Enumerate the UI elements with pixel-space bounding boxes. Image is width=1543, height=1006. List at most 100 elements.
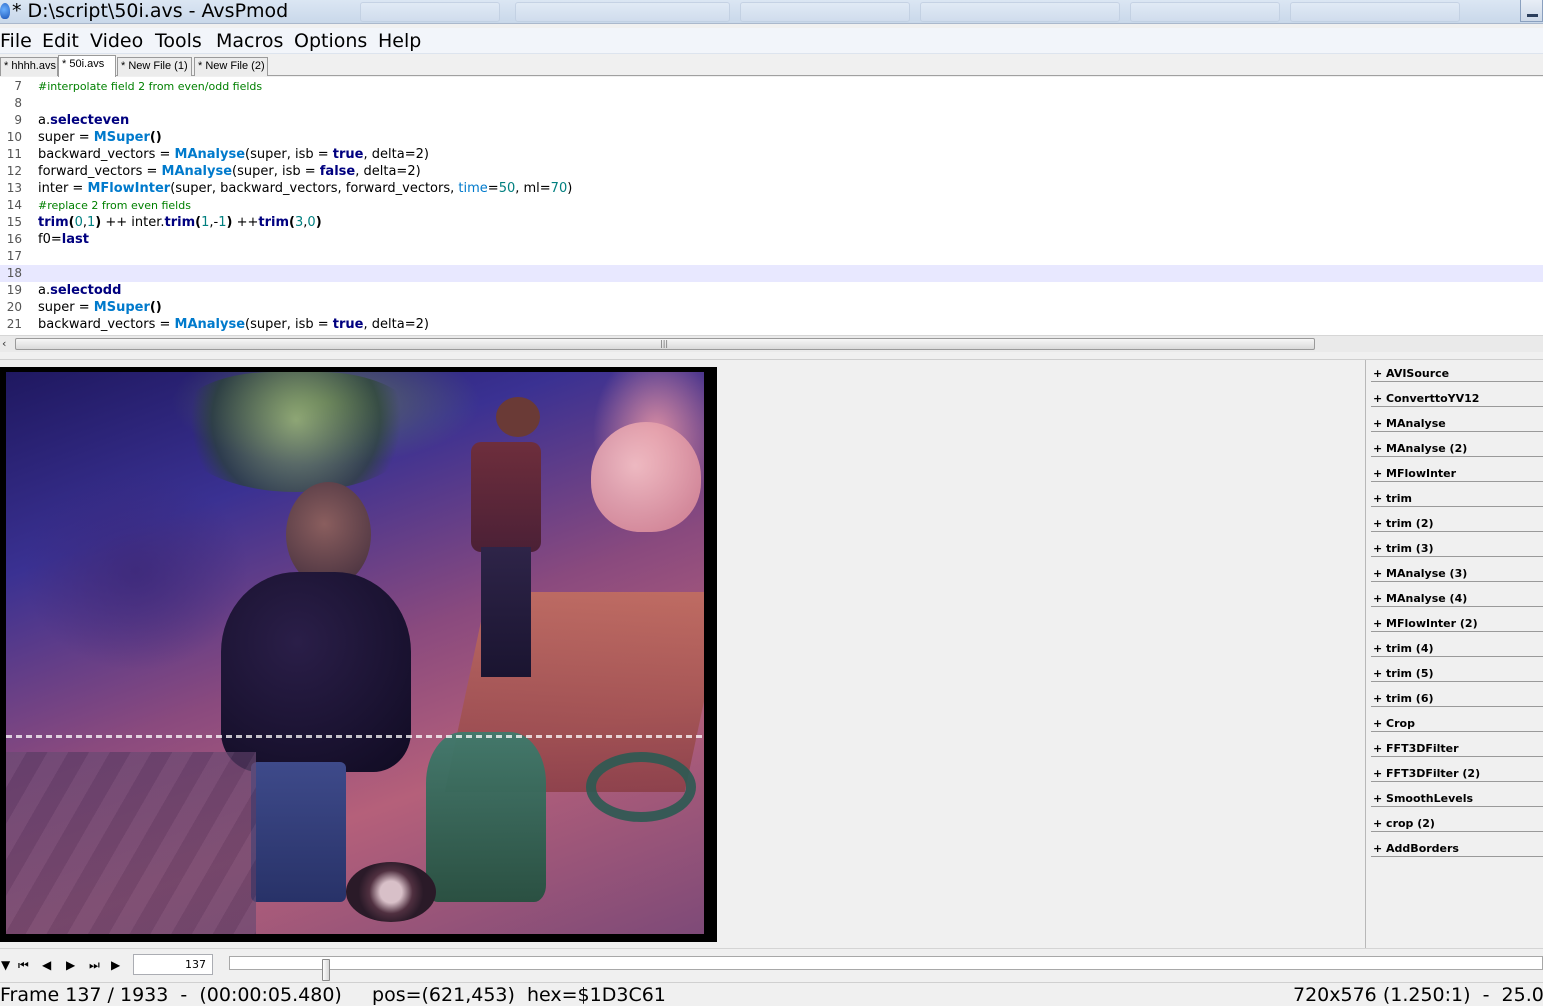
code-token-kw: trim (258, 215, 290, 230)
filter-item[interactable]: + crop (2) (1371, 810, 1543, 832)
code-text: inter = MFlowInter(super, backward_vecto… (38, 180, 572, 197)
filter-item[interactable]: + AVISource (1371, 360, 1543, 382)
code-line[interactable]: 20 super = MSuper() (0, 299, 1543, 316)
tab-new-file-1[interactable]: * New File (1) (117, 57, 192, 76)
line-number: 9 (14, 113, 22, 127)
background-taskbar-ghost (920, 2, 1120, 22)
filter-item[interactable]: + AddBorders (1371, 835, 1543, 857)
code-line[interactable]: 21 backward_vectors = MAnalyse(super, isb… (0, 316, 1543, 333)
code-line[interactable]: 18 (0, 265, 1543, 282)
filter-item-label: + trim (5) (1373, 667, 1434, 680)
minimize-button[interactable] (1520, 0, 1543, 22)
filter-item[interactable]: + MFlowInter (2) (1371, 610, 1543, 632)
code-line[interactable]: 11 backward_vectors = MAnalyse(super, isb… (0, 146, 1543, 163)
tab-bar: * hhhh.avs * 50i.avs * New File (1) * Ne… (0, 55, 1543, 77)
tab-50i[interactable]: * 50i.avs (58, 55, 116, 77)
next-frame-icon[interactable]: ▶ (66, 958, 75, 972)
code-line[interactable]: 15 trim(0,1) ++ inter.trim(1,-1) ++trim(3… (0, 214, 1543, 231)
filter-item[interactable]: + ConverttoYV12 (1371, 385, 1543, 407)
code-line[interactable]: 17 (0, 248, 1543, 265)
filter-item-label: + crop (2) (1373, 817, 1435, 830)
filter-item-label: + FFT3DFilter (2) (1373, 767, 1481, 780)
code-line[interactable]: 8 (0, 95, 1543, 112)
code-text: #replace 2 from even fields (38, 197, 191, 214)
code-token-plain: = (487, 181, 499, 196)
first-frame-icon[interactable]: ⏮ (18, 958, 29, 972)
code-token-fn: MFlowInter (87, 181, 171, 196)
video-slider-thumb[interactable] (322, 959, 330, 981)
code-token-plain: , delta=2) (363, 317, 429, 332)
code-line[interactable]: 10 super = MSuper() (0, 129, 1543, 146)
menu-tools[interactable]: Tools (155, 28, 202, 54)
background-taskbar-ghost (740, 2, 910, 22)
menu-options[interactable]: Options (294, 28, 367, 54)
line-number: 11 (6, 147, 22, 161)
code-token-num: 70 (550, 181, 568, 196)
code-text: super = MSuper() (38, 299, 162, 316)
script-editor[interactable]: 7 #interpolate field 2 from even/odd fiel… (0, 77, 1543, 335)
menu-file[interactable]: File (0, 28, 32, 54)
code-token-kw: selectodd (50, 283, 122, 298)
code-text: f0=last (38, 231, 89, 248)
code-line[interactable]: 9 a.selecteven (0, 112, 1543, 129)
filter-item-label: + MFlowInter (1373, 467, 1457, 480)
code-token-fn: MAnalyse (174, 147, 246, 162)
play-icon[interactable]: ▶ (111, 958, 120, 972)
menu-macros[interactable]: Macros (216, 28, 283, 54)
filter-item[interactable]: + MAnalyse (4) (1371, 585, 1543, 607)
filter-item-label: + trim (2) (1373, 517, 1434, 530)
filter-item[interactable]: + trim (1371, 485, 1543, 507)
last-frame-icon[interactable]: ⏭ (89, 958, 100, 972)
scroll-left-icon[interactable]: ‹ (2, 336, 6, 352)
app-icon[interactable] (0, 3, 10, 19)
code-line[interactable]: 12 forward_vectors = MAnalyse(super, isb … (0, 163, 1543, 180)
editor-horizontal-scrollbar[interactable]: ‹ ||| (0, 335, 1543, 352)
filter-item[interactable]: + trim (6) (1371, 685, 1543, 707)
filter-item[interactable]: + MAnalyse (1371, 410, 1543, 432)
code-line[interactable]: 7 #interpolate field 2 from even/odd fiel… (0, 78, 1543, 95)
filter-item-label: + MFlowInter (2) (1373, 617, 1478, 630)
menu-video[interactable]: Video (90, 28, 143, 54)
filter-item-label: + MAnalyse (4) (1373, 592, 1468, 605)
code-line[interactable]: 14 #replace 2 from even fields (0, 197, 1543, 214)
code-token-paren: () (149, 300, 162, 315)
filter-item[interactable]: + trim (4) (1371, 635, 1543, 657)
avspmod-window: { "window": { "title": "* D:\\script\\50… (0, 0, 1543, 1006)
filter-item[interactable]: + trim (5) (1371, 660, 1543, 682)
line-number: 8 (14, 96, 22, 110)
line-number: 14 (6, 198, 22, 212)
code-line[interactable]: 16 f0=last (0, 231, 1543, 248)
filter-item-label: + trim (4) (1373, 642, 1434, 655)
menu-help[interactable]: Help (378, 28, 421, 54)
prev-frame-icon[interactable]: ◀ (42, 958, 51, 972)
code-text: super = MSuper() (38, 129, 162, 146)
video-frame[interactable] (0, 367, 717, 942)
triangle-down-icon[interactable]: ▼ (1, 958, 10, 972)
code-token-kw: selecteven (50, 113, 130, 128)
code-token-paren: () (149, 130, 162, 145)
code-token-fn: MAnalyse (174, 317, 246, 332)
scrollbar-thumb[interactable]: ||| (15, 338, 1315, 350)
tab-new-file-2[interactable]: * New File (2) (194, 57, 268, 76)
tab-hhhh[interactable]: * hhhh.avs (0, 57, 58, 76)
code-token-plain: (super, backward_vectors, forward_vector… (170, 181, 459, 196)
filter-item[interactable]: + Crop (1371, 710, 1543, 732)
video-slider-track[interactable] (229, 956, 1543, 981)
code-line[interactable]: 13 inter = MFlowInter(super, backward_vec… (0, 180, 1543, 197)
code-token-plain: , delta=2) (363, 147, 429, 162)
filter-item[interactable]: + SmoothLevels (1371, 785, 1543, 807)
filter-item[interactable]: + MAnalyse (3) (1371, 560, 1543, 582)
filter-item[interactable]: + FFT3DFilter (2) (1371, 760, 1543, 782)
filter-item[interactable]: + trim (2) (1371, 510, 1543, 532)
filter-item-label: + SmoothLevels (1373, 792, 1474, 805)
filter-item[interactable]: + trim (3) (1371, 535, 1543, 557)
playback-bar: ▼ ⏮ ◀ ▶ ⏭ ▶ 137 (0, 948, 1543, 981)
filter-item[interactable]: + FFT3DFilter (1371, 735, 1543, 757)
frame-number-input[interactable]: 137 (133, 954, 213, 975)
pane-splitter[interactable] (0, 352, 1543, 360)
filter-item[interactable]: + MFlowInter (1371, 460, 1543, 482)
filter-item[interactable]: + MAnalyse (2) (1371, 435, 1543, 457)
menu-edit[interactable]: Edit (42, 28, 79, 54)
code-line[interactable]: 19 a.selectodd (0, 282, 1543, 299)
code-token-num: 0 (74, 215, 83, 230)
